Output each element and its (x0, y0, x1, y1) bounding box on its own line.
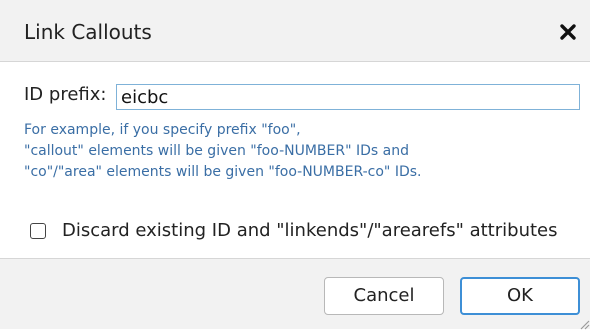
id-prefix-input[interactable] (116, 84, 580, 110)
hint-line: "callout" elements will be given "foo-NU… (24, 143, 409, 159)
hint-line: For example, if you specify prefix "foo"… (24, 122, 301, 138)
resize-grip-icon[interactable] (576, 315, 590, 330)
discard-checkbox-label[interactable]: Discard existing ID and "linkends"/"area… (62, 219, 557, 243)
id-prefix-label: ID prefix: (24, 84, 107, 105)
discard-checkbox[interactable] (30, 223, 46, 239)
link-callouts-dialog: Link Callouts ID prefix: For example, if… (0, 0, 590, 330)
close-icon[interactable] (555, 19, 581, 45)
cancel-button[interactable]: Cancel (324, 277, 444, 315)
hint-line: "co"/"area" elements will be given "foo-… (24, 164, 422, 180)
dialog-titlebar: Link Callouts (0, 0, 590, 62)
dialog-footer: Cancel OK (0, 259, 590, 330)
hint-text: For example, if you specify prefix "foo"… (24, 120, 421, 183)
dialog-title: Link Callouts (24, 20, 152, 44)
dialog-content: ID prefix: For example, if you specify p… (0, 62, 590, 259)
ok-button[interactable]: OK (460, 277, 580, 315)
